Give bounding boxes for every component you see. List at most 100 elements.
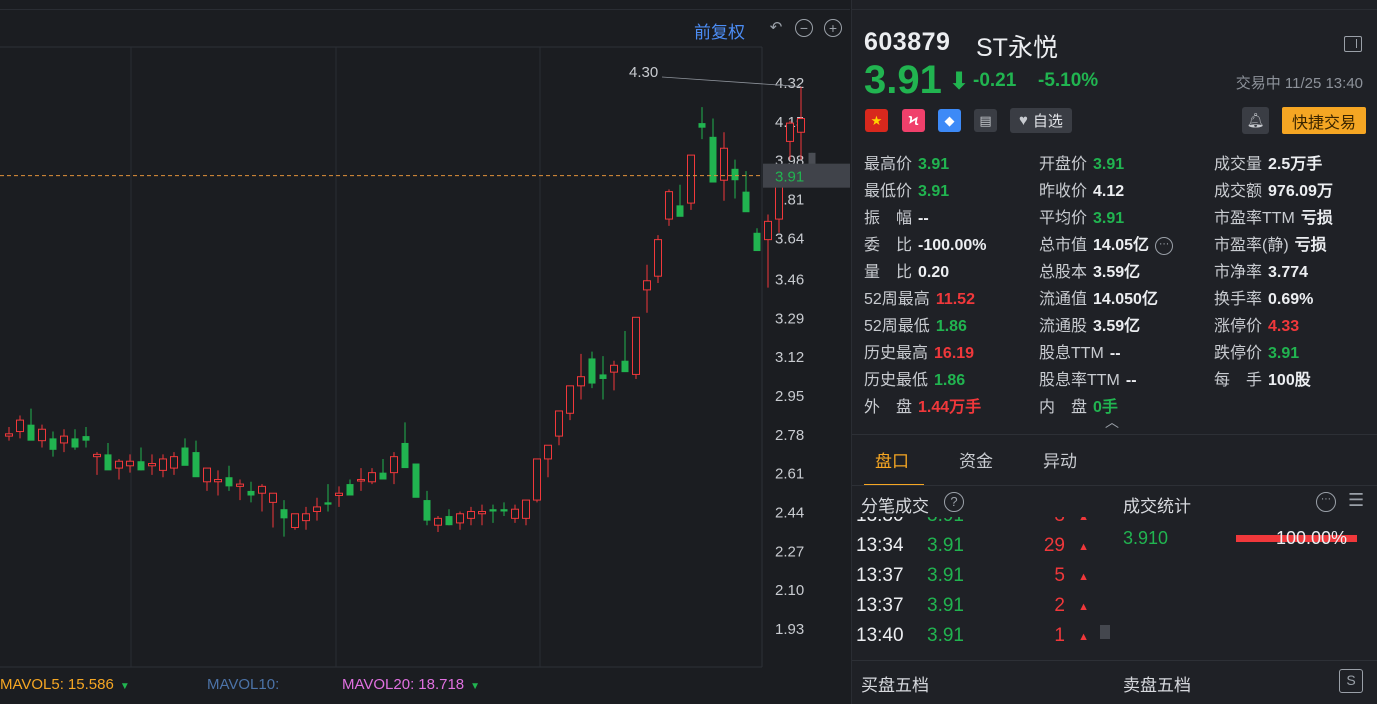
candle-body-up [16,419,24,433]
candle-body-up [115,460,123,469]
trade-status: 交易中 11/25 13:40 [1235,75,1363,92]
y-tick-label: 2.61 [775,466,804,483]
stat-col1-7: 历史最高 16.19 [864,339,974,363]
stat-col3-4: 市净率 3.774 [1214,258,1308,282]
candle-body-down [731,168,739,181]
stat-col3-1: 成交额 976.09万 [1214,177,1333,201]
stat-col2-0: 开盘价 3.91 [1039,150,1124,174]
mavol10-indicator[interactable]: MAVOL10: [207,676,283,693]
stat-col2-8: 股息率TTM -- [1039,366,1137,390]
s-mode-icon[interactable]: S [1339,669,1363,693]
candle-body-down [621,360,629,373]
y-tick-label: 1.93 [775,621,804,638]
tick-price: 3.91 [927,625,964,646]
note-icon[interactable]: ▤ [974,109,997,132]
stat-value: -- [1125,372,1137,389]
candlestick-plot[interactable]: 4.324.153.983.813.643.463.293.122.952.78… [0,0,850,704]
stat-col1-6: 52周最低 1.86 [864,312,967,336]
kline-chart[interactable]: 4.32 4.15 3.98 3.81 3.64 3.46 3.29 3.12 2.95 2.78… [0,0,850,704]
stat-col2-6: 流通股 3.59亿 [1039,312,1140,336]
stat-label: 成交量 [1214,156,1263,173]
candle-body-down [225,477,233,487]
stat-label: 52周最低 [864,318,930,335]
mavol5-dropdown-icon[interactable]: ▼ [120,681,130,692]
candle-body-up [665,191,673,220]
stat-col3-3: 市盈率(静) 亏损 [1214,231,1327,255]
candle-body-down [489,509,497,512]
candle-body-up [302,513,310,522]
alert-bell-button[interactable]: 🔔︎ [1242,107,1269,134]
adjust-mode-button[interactable]: 前复权 [694,18,745,43]
mavol20-indicator[interactable]: MAVOL20: 18.718 ▼ [342,676,480,693]
layout-toggle-icon[interactable] [1344,36,1362,52]
candle-body-down [742,191,750,213]
candle-body-up [335,492,343,496]
collapse-stats-icon[interactable]: ︿ [1105,412,1119,432]
stat-label: 流通股 [1039,318,1088,335]
stat-value: 100股 [1268,372,1311,389]
flash-icon[interactable]: Ϟ [902,109,925,132]
tab-yidong[interactable]: 异动 [1043,447,1077,472]
ticks-scrollbar[interactable] [1100,625,1110,639]
stat-label: 股息TTM [1039,345,1104,362]
stat-label: 市盈率(静) [1214,237,1289,254]
stat-col2-5: 流通值 14.050亿 [1039,285,1158,309]
candle-body-up [566,385,574,414]
list-view-icon[interactable]: ☰ [1348,490,1370,514]
tick-vol: 2 [1054,595,1065,616]
stat-col2-2: 平均价 3.91 [1039,204,1124,228]
tick-row: 13:30 3.91 3 ▲ [852,517,1107,535]
y-tick-label: 3.12 [775,349,804,366]
buy-five-levels-label[interactable]: 买盘五档 [861,671,929,696]
stat-value: 4.12 [1093,183,1125,200]
candle-body-down [324,502,332,505]
candle-body-down [379,472,387,480]
candle-body-down [588,358,596,384]
tick-time: 13:40 [856,625,904,646]
more-options-icon[interactable]: ⋯ [1316,492,1336,512]
y-tick-label: 2.95 [775,388,804,405]
candle-body-up [258,485,266,494]
ticks-title: 分笔成交 [861,497,929,516]
china-flag-icon[interactable]: ★ [865,109,888,132]
candle-body-up [467,510,475,519]
candle-body-up [632,316,640,375]
candle-body-down [500,509,508,512]
candle-body-down [104,454,112,471]
stat-label: 市盈率TTM [1214,210,1295,227]
tab-zijin[interactable]: 资金 [959,447,993,472]
mavol20-dropdown-icon[interactable]: ▼ [470,681,480,692]
help-icon[interactable]: ? [944,492,964,512]
add-favorite-button[interactable]: ♥ 自选 [1010,108,1072,133]
heart-icon: ♥ [1019,112,1028,129]
stat-value: 4.33 [1268,318,1300,335]
zoom-in-icon[interactable]: + [824,19,842,37]
quick-trade-button[interactable]: 快捷交易 [1282,107,1366,134]
candle-body-up [522,499,530,519]
stat-value: 亏损 [1294,237,1327,254]
candle-body-down [412,463,420,498]
mavol5-label: MAVOL5: [0,676,64,693]
stat-label: 股息率TTM [1039,372,1120,389]
tag-icon[interactable]: ◆ [938,109,961,132]
tick-trades-list[interactable]: 13:30 3.91 3 ▲ 13:34 3.91 29 ▲ 13:37 3.91 5 ▲ 13:37 3… [852,517,1107,660]
y-tick-label: 2.78 [775,427,804,444]
sell-five-levels-label[interactable]: 卖盘五档 [1123,671,1191,696]
candle-body-up [126,460,134,467]
stat-label: 昨收价 [1039,183,1088,200]
tab-pankou[interactable]: 盘口 [875,447,909,472]
mavol20-label: MAVOL20: [342,676,415,693]
candle-body-up [533,458,541,501]
undo-icon[interactable]: ↶ [766,17,786,37]
mavol5-indicator[interactable]: MAVOL5: 15.586 ▼ [0,676,130,693]
candle-body-up [764,220,772,241]
candle-body-up [5,433,13,437]
y-tick-label: 2.27 [775,543,804,560]
zoom-out-icon[interactable]: − [795,19,813,37]
tick-row: 13:37 3.91 5 ▲ [852,565,1107,595]
tick-row: 13:40 3.91 1 ▲ [852,625,1107,655]
candle-body-up [148,463,156,467]
stat-col2-7: 股息TTM -- [1039,339,1121,363]
stat-col1-4: 量 比 0.20 [864,258,949,282]
more-info-icon[interactable]: ⋯ [1155,236,1174,255]
